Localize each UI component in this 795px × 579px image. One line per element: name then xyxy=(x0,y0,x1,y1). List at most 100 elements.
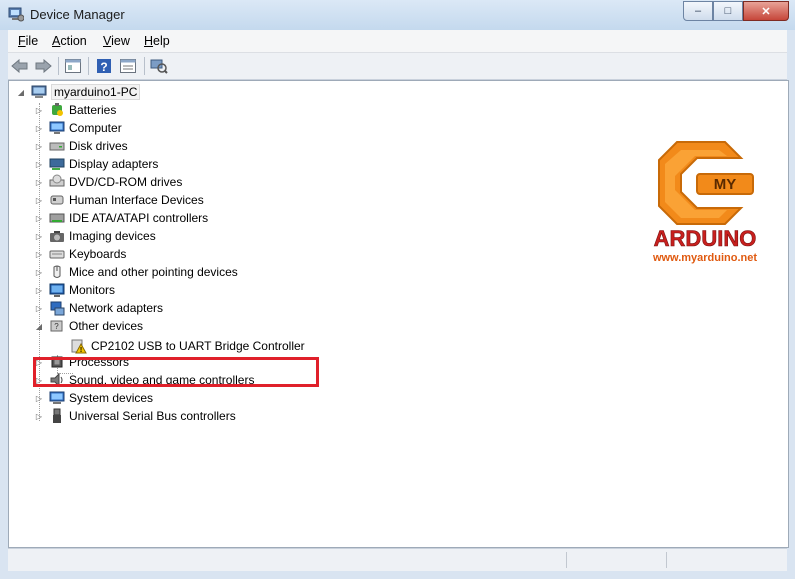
expand-arrow-icon[interactable]: ▷ xyxy=(35,124,43,133)
system-devices-icon xyxy=(49,391,65,404)
expand-arrow-icon[interactable]: ▷ xyxy=(35,106,43,115)
tree-category-label: Network adapters xyxy=(69,301,164,315)
help-icon[interactable]: ? xyxy=(95,57,113,75)
expand-arrow-icon[interactable]: ▷ xyxy=(35,394,43,403)
tree-category-mouse[interactable]: ▷ Mice and other pointing devices xyxy=(35,263,238,281)
tree-category-label: Mice and other pointing devices xyxy=(69,265,238,279)
menu-help[interactable]: Help xyxy=(144,34,170,48)
menu-bar: File Action View Help xyxy=(8,30,787,53)
expand-arrow-icon[interactable]: ▷ xyxy=(35,268,43,277)
svg-text:?: ? xyxy=(54,322,59,331)
tree-category-label: DVD/CD-ROM drives xyxy=(69,175,183,189)
collapse-arrow-icon[interactable]: ◢ xyxy=(35,322,43,331)
expand-arrow-icon[interactable]: ▷ xyxy=(35,232,43,241)
tree-category-network-adapter[interactable]: ▷ Network adapters xyxy=(35,299,163,317)
svg-text:ARDUINO: ARDUINO xyxy=(654,226,757,251)
minimize-button[interactable]: ‒ xyxy=(683,1,713,21)
hid-icon xyxy=(50,195,64,205)
tree-category-label: Imaging devices xyxy=(69,229,156,243)
toolbar-separator xyxy=(144,57,145,75)
tree-category-monitor[interactable]: ▷ Monitors xyxy=(35,281,115,299)
tree-category-ide-controller[interactable]: ▷ IDE ATA/ATAPI controllers xyxy=(35,209,208,227)
dvd-drive-icon xyxy=(49,174,65,187)
unknown-device-warning-icon: ! xyxy=(71,339,87,354)
tree-category-disk-drive[interactable]: ▷ Disk drives xyxy=(35,137,128,155)
menu-action[interactable]: Action xyxy=(52,34,87,48)
tree-category-camera[interactable]: ▷ Imaging devices xyxy=(35,227,156,245)
close-button[interactable]: ✕ xyxy=(743,1,789,21)
window-frame: File Action View Help ? ◢ myarduino1-PC … xyxy=(0,30,795,579)
camera-icon xyxy=(50,231,64,242)
expand-arrow-icon[interactable]: ▷ xyxy=(35,304,43,313)
menu-view[interactable]: View xyxy=(103,34,130,48)
myarduino-logo-graphic: MY ARDUINO xyxy=(653,141,757,251)
tree-category-label: Monitors xyxy=(69,283,116,297)
tree-category-label: Display adapters xyxy=(69,157,159,171)
monitor-icon xyxy=(49,283,65,297)
tree-category-battery[interactable]: ▷ Batteries xyxy=(35,101,116,119)
status-separator xyxy=(666,552,667,568)
title-bar: Device Manager ‒ □ ✕ xyxy=(0,0,795,31)
expand-arrow-icon[interactable]: ▷ xyxy=(35,412,43,421)
tree-category-system-devices[interactable]: ▷ System devices xyxy=(35,389,153,407)
expand-arrow-icon[interactable]: ▷ xyxy=(35,196,43,205)
ide-controller-icon xyxy=(49,213,65,223)
view-panel-icon[interactable] xyxy=(119,57,137,75)
keyboard-icon xyxy=(49,250,65,259)
menu-file[interactable]: File xyxy=(18,34,38,48)
back-icon[interactable] xyxy=(11,57,29,75)
tree-category-other-devices[interactable]: ◢? Other devices xyxy=(35,317,143,335)
tree-root[interactable]: ◢ myarduino1-PC xyxy=(17,83,141,101)
expand-arrow-icon[interactable]: ▷ xyxy=(35,214,43,223)
tree-category-label: Keyboards xyxy=(69,247,127,261)
toolbar-separator xyxy=(88,57,89,75)
expand-arrow-icon[interactable]: ▷ xyxy=(35,160,43,169)
tree-category-usb[interactable]: ▷ Universal Serial Bus controllers xyxy=(35,407,236,425)
scan-hardware-icon[interactable] xyxy=(150,57,168,75)
other-devices-icon: ? xyxy=(50,320,63,332)
status-bar xyxy=(8,548,787,571)
tree-category-label: Batteries xyxy=(69,103,117,117)
highlight-box xyxy=(33,357,319,387)
expand-arrow-icon[interactable]: ▷ xyxy=(35,250,43,259)
expand-arrow-icon[interactable]: ▷ xyxy=(35,142,43,151)
maximize-button[interactable]: □ xyxy=(713,1,743,21)
logo-url: www.myarduino.net xyxy=(652,252,758,264)
tree-category-label: System devices xyxy=(69,391,154,405)
tree-category-dvd-drive[interactable]: ▷ DVD/CD-ROM drives xyxy=(35,173,182,191)
battery-icon xyxy=(52,103,63,116)
expand-arrow-icon[interactable]: ▷ xyxy=(35,286,43,295)
svg-text:MY: MY xyxy=(714,176,737,193)
device-manager-icon xyxy=(8,7,24,22)
usb-icon xyxy=(53,408,61,423)
myarduino-logo: MY ARDUINO www.myarduino.net xyxy=(637,134,773,269)
forward-icon[interactable] xyxy=(34,57,52,75)
device-tree-pane[interactable]: ◢ myarduino1-PC ▷ Batteries ▷ Computer ▷ Disk… xyxy=(8,80,789,548)
tree-category-label: Human Interface Devices xyxy=(69,193,204,207)
window-title: Device Manager xyxy=(30,7,125,22)
computer-icon xyxy=(49,121,65,134)
tree-category-keyboard[interactable]: ▷ Keyboards xyxy=(35,245,126,263)
status-separator xyxy=(566,552,567,568)
expand-arrow-icon[interactable]: ▷ xyxy=(35,178,43,187)
disk-drive-icon xyxy=(49,142,65,151)
tree-root-label: myarduino1-PC xyxy=(51,84,141,100)
mouse-icon xyxy=(53,265,61,278)
tree-category-hid[interactable]: ▷ Human Interface Devices xyxy=(35,191,204,209)
tree-category-label: Universal Serial Bus controllers xyxy=(69,409,236,423)
svg-text:?: ? xyxy=(100,60,107,74)
display-adapter-icon xyxy=(49,158,65,170)
network-adapter-icon xyxy=(50,301,65,316)
tree-device-label: CP2102 USB to UART Bridge Controller xyxy=(91,339,305,353)
tree-category-label: Computer xyxy=(69,121,122,135)
toolbar: ? xyxy=(8,53,787,80)
collapse-arrow-icon[interactable]: ◢ xyxy=(17,88,25,97)
properties-panel-icon[interactable] xyxy=(64,57,82,75)
tree-category-display-adapter[interactable]: ▷ Display adapters xyxy=(35,155,158,173)
toolbar-separator xyxy=(58,57,59,75)
tree-category-label: Other devices xyxy=(69,319,144,333)
computer-root-icon xyxy=(31,85,47,98)
tree-category-label: IDE ATA/ATAPI controllers xyxy=(69,211,209,225)
tree-category-computer[interactable]: ▷ Computer xyxy=(35,119,122,137)
tree-category-label: Disk drives xyxy=(69,139,128,153)
